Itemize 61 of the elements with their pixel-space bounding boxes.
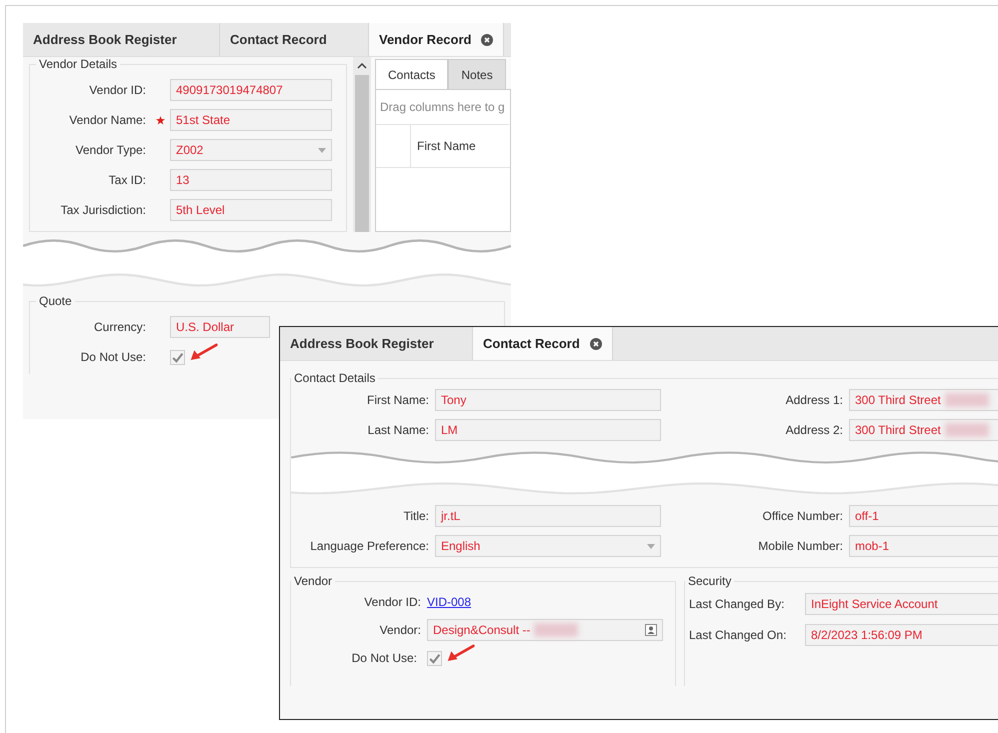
field-label: Title: bbox=[402, 509, 430, 523]
tab[interactable]: Address Book Register bbox=[23, 23, 220, 56]
input-field[interactable]: 4909173019474807 bbox=[170, 79, 332, 101]
close-icon[interactable] bbox=[481, 34, 494, 46]
column-header[interactable]: First Name bbox=[411, 125, 476, 167]
field-label: Last Changed On: bbox=[688, 628, 788, 642]
field-label: Address 2: bbox=[784, 423, 844, 437]
tab[interactable]: Contacts bbox=[375, 59, 448, 89]
caret-icon bbox=[647, 544, 655, 548]
group-panel-hint: Drag columns here to g bbox=[376, 90, 509, 125]
input-field[interactable]: 5th Level bbox=[170, 199, 332, 221]
input-field[interactable]: LM bbox=[435, 419, 661, 441]
dropdown-field[interactable]: Z002 bbox=[170, 139, 332, 161]
arrow-icon bbox=[189, 342, 219, 362]
field-label: Vendor: bbox=[378, 623, 422, 637]
field-label: Office Number: bbox=[762, 509, 844, 523]
close-icon[interactable] bbox=[590, 338, 602, 350]
arrow-icon bbox=[446, 643, 476, 663]
field-label: Vendor Name: bbox=[68, 113, 147, 127]
vendor-id-link[interactable]: VID-008 bbox=[427, 595, 472, 609]
checkbox[interactable] bbox=[427, 650, 442, 666]
input-field[interactable]: mob-1 bbox=[849, 535, 998, 557]
group-title: Vendor bbox=[293, 574, 334, 588]
input-field[interactable]: 51st State bbox=[170, 109, 332, 131]
field-label: Vendor ID: bbox=[363, 595, 422, 609]
input-field[interactable]: InEight Service Account bbox=[805, 592, 998, 614]
input-field[interactable]: Tony bbox=[435, 389, 661, 411]
field-label: Do Not Use: bbox=[350, 651, 418, 665]
tab[interactable]: Contact Record bbox=[473, 327, 613, 360]
field-label: Do Not Use: bbox=[80, 350, 147, 364]
group-title: Vendor Details bbox=[38, 57, 118, 71]
input-field[interactable]: 300 Third Street bbox=[849, 389, 998, 411]
field-label: Address 1: bbox=[784, 393, 844, 407]
group-title: Contact Details bbox=[293, 371, 376, 385]
input-field[interactable]: 8/2/2023 1:56:09 PM bbox=[805, 624, 998, 646]
group-title: Security bbox=[687, 574, 732, 588]
field-label: Vendor ID: bbox=[88, 83, 147, 97]
input-field[interactable]: U.S. Dollar bbox=[170, 316, 270, 338]
checkbox[interactable] bbox=[170, 350, 185, 364]
caret-icon bbox=[318, 148, 326, 152]
lookup-field[interactable]: Design&Consult -- bbox=[427, 619, 663, 641]
scroll-up-icon[interactable] bbox=[357, 63, 367, 69]
input-field[interactable]: 300 Third Street bbox=[849, 419, 998, 441]
input-field[interactable]: jr.tL bbox=[435, 505, 661, 527]
field-label: Language Preference: bbox=[309, 539, 430, 553]
tab[interactable]: Vendor Record bbox=[369, 23, 504, 56]
field-label: Tax ID: bbox=[108, 173, 147, 187]
group-title: Quote bbox=[38, 294, 73, 308]
tab[interactable]: Notes bbox=[448, 59, 506, 89]
field-label: Last Changed By: bbox=[688, 596, 786, 610]
field-label: Currency: bbox=[92, 320, 147, 334]
field-label: Tax Jurisdiction: bbox=[60, 203, 147, 217]
field-label: Vendor Type: bbox=[74, 143, 147, 157]
contact-card-icon[interactable] bbox=[645, 624, 657, 636]
input-field[interactable]: off-1 bbox=[849, 505, 998, 527]
field-label: Last Name: bbox=[366, 423, 430, 437]
scrollbar[interactable] bbox=[353, 57, 371, 232]
field-label: Mobile Number: bbox=[757, 539, 844, 553]
input-field[interactable]: 13 bbox=[170, 169, 332, 191]
field-label: First Name: bbox=[366, 393, 430, 407]
dropdown-field[interactable]: English bbox=[435, 535, 661, 557]
